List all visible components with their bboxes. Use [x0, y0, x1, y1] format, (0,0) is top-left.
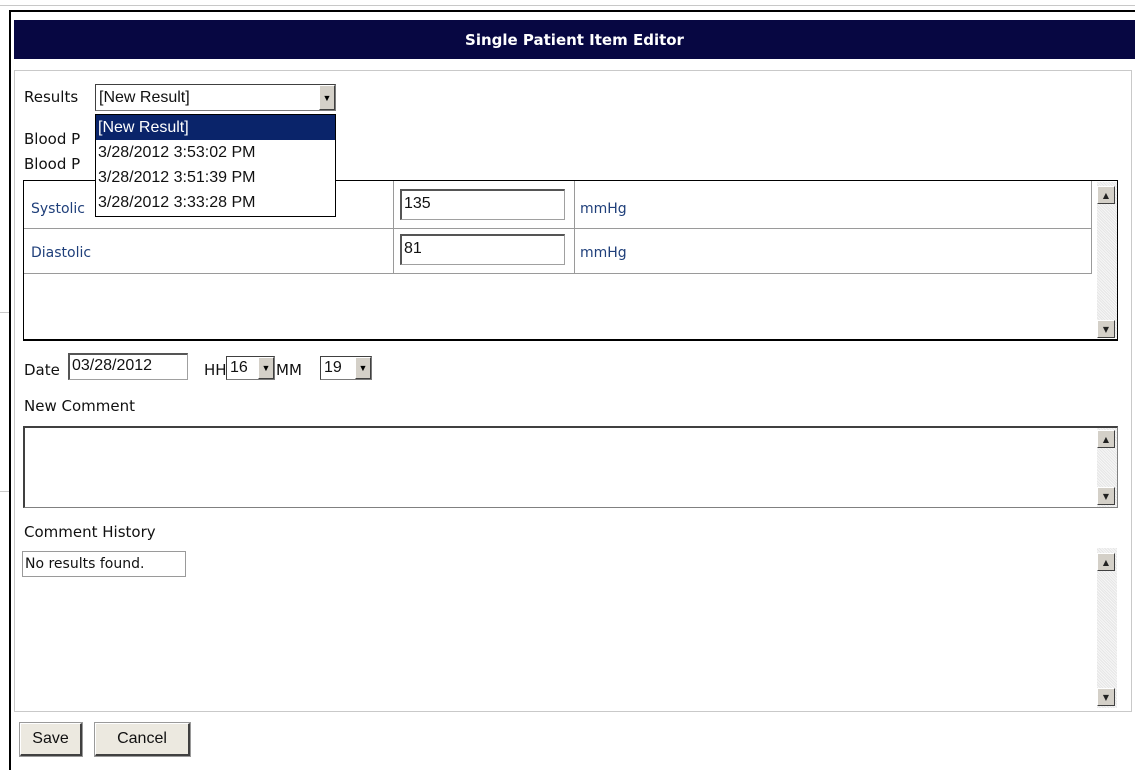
background-divider: [0, 312, 9, 313]
diastolic-label: Diastolic: [31, 245, 92, 261]
results-select[interactable]: [New Result] ▼: [95, 84, 336, 111]
scroll-down-icon[interactable]: ▼: [1097, 487, 1115, 505]
blood-pressure-label: Blood P: [24, 155, 81, 173]
hour-select[interactable]: 16 ▼: [226, 356, 275, 380]
minute-label: MM: [276, 361, 302, 379]
cancel-button[interactable]: Cancel: [94, 722, 191, 757]
comment-history-empty: No results found.: [22, 551, 186, 577]
systolic-unit: mmHg: [580, 201, 627, 217]
dropdown-arrow-icon[interactable]: ▼: [319, 85, 335, 110]
grid-column-divider: [393, 181, 394, 273]
grid-row-divider: [24, 273, 1092, 274]
new-comment-label: New Comment: [24, 397, 135, 415]
systolic-input[interactable]: 135: [400, 189, 565, 220]
dropdown-arrow-icon[interactable]: ▼: [258, 357, 274, 379]
scroll-down-icon[interactable]: ▼: [1097, 688, 1115, 706]
scroll-down-icon[interactable]: ▼: [1097, 320, 1115, 338]
save-button[interactable]: Save: [19, 722, 83, 757]
comment-history-label: Comment History: [24, 523, 156, 541]
results-option[interactable]: 3/28/2012 3:51:39 PM: [96, 165, 335, 190]
background-divider: [0, 491, 9, 492]
grid-scrollbar[interactable]: [1097, 182, 1117, 338]
results-label: Results: [24, 88, 79, 106]
date-input[interactable]: 03/28/2012: [68, 353, 188, 380]
diastolic-input[interactable]: 81: [400, 234, 565, 265]
dialog-title-bar: Single Patient Item Editor: [14, 20, 1135, 59]
minute-select[interactable]: 19 ▼: [320, 356, 372, 380]
blood-pressure-label: Blood P: [24, 130, 81, 148]
scroll-up-icon[interactable]: ▲: [1097, 553, 1115, 571]
hour-label: HH: [204, 361, 227, 379]
new-comment-textarea[interactable]: [23, 426, 1118, 508]
results-selected-value: [New Result]: [99, 88, 190, 106]
systolic-label: Systolic: [31, 201, 85, 217]
grid-row-divider: [24, 228, 1092, 229]
results-dropdown-list: [New Result] 3/28/2012 3:53:02 PM 3/28/2…: [95, 114, 336, 217]
hour-value: 16: [230, 359, 248, 376]
dialog-title: Single Patient Item Editor: [465, 30, 684, 49]
dropdown-arrow-icon[interactable]: ▼: [355, 357, 371, 379]
scroll-up-icon[interactable]: ▲: [1097, 186, 1115, 204]
history-scrollbar[interactable]: [1097, 548, 1117, 708]
background-divider: [0, 5, 1135, 6]
scroll-up-icon[interactable]: ▲: [1097, 430, 1115, 448]
grid-column-divider: [1091, 181, 1092, 273]
date-label: Date: [24, 361, 60, 379]
results-option[interactable]: 3/28/2012 3:53:02 PM: [96, 140, 335, 165]
minute-value: 19: [324, 359, 342, 376]
diastolic-unit: mmHg: [580, 245, 627, 261]
results-option[interactable]: [New Result]: [96, 115, 335, 140]
grid-column-divider: [574, 181, 575, 273]
results-option[interactable]: 3/28/2012 3:33:28 PM: [96, 190, 335, 215]
